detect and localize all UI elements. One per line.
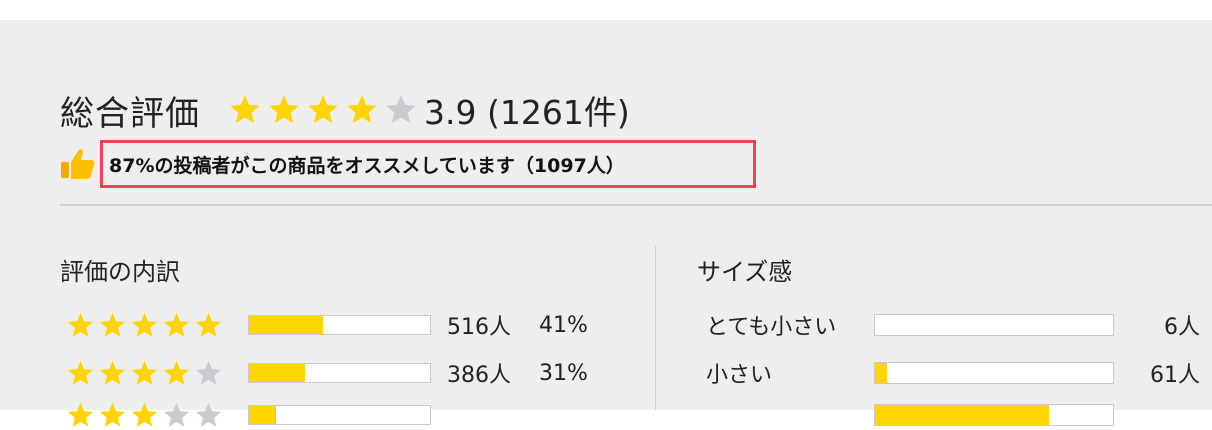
star-empty-icon xyxy=(195,360,222,385)
recommend-highlight-box: 87%の投稿者がこの商品をオススメしています（1097人） xyxy=(100,140,756,188)
star-filled-icon xyxy=(308,95,338,124)
size-count: 6人 xyxy=(1164,315,1200,340)
size-bar xyxy=(874,404,1114,426)
recommend-row: 87%の投稿者がこの商品をオススメしています（1097人） xyxy=(60,140,756,188)
section-divider xyxy=(60,204,1212,206)
breakdown-title: 評価の内訳 xyxy=(60,258,180,286)
star-filled-icon xyxy=(67,402,94,427)
star-filled-icon xyxy=(131,402,158,427)
bar-fill xyxy=(875,405,1049,425)
overall-rating-row: 総合評価 3.9 (1261件) xyxy=(60,88,630,134)
breakdown-count: 386人 xyxy=(447,363,511,388)
star-empty-icon xyxy=(195,402,222,427)
star-filled-icon xyxy=(347,95,377,124)
size-row-small[interactable]: 小さい 61人 xyxy=(706,358,1200,388)
row-star-rating xyxy=(66,311,228,340)
breakdown-bar xyxy=(248,405,431,425)
breakdown-bar xyxy=(248,315,431,335)
size-row-very-small[interactable]: とても小さい 6人 xyxy=(706,310,1200,340)
star-filled-icon xyxy=(67,312,94,337)
star-filled-icon xyxy=(99,312,126,337)
breakdown-percent: 41% xyxy=(539,312,588,338)
row-star-rating xyxy=(66,401,228,430)
star-filled-icon xyxy=(269,95,299,124)
size-row-3[interactable] xyxy=(706,400,1200,430)
thumbs-up-icon xyxy=(61,149,95,179)
bar-fill xyxy=(249,316,324,334)
breakdown-row-3[interactable] xyxy=(66,400,539,430)
size-label: とても小さい xyxy=(706,315,837,340)
bar-fill xyxy=(249,406,277,424)
breakdown-count: 516人 xyxy=(447,315,511,340)
breakdown-percent: 31% xyxy=(539,360,588,386)
star-filled-icon xyxy=(195,312,222,337)
size-fit-title: サイズ感 xyxy=(697,258,793,286)
breakdown-row-4[interactable]: 386人 31% xyxy=(66,358,588,388)
review-summary-panel xyxy=(0,20,1212,410)
star-empty-icon xyxy=(163,402,190,427)
row-star-rating xyxy=(66,359,228,388)
size-bar xyxy=(874,314,1114,336)
star-empty-icon xyxy=(386,95,416,124)
star-filled-icon xyxy=(67,360,94,385)
overall-score-text: 3.9 (1261件) xyxy=(424,93,630,132)
overall-star-rating xyxy=(228,93,418,127)
overall-rating-title: 総合評価 xyxy=(60,93,200,134)
bar-fill xyxy=(875,363,887,383)
column-divider xyxy=(655,246,656,410)
size-label: 小さい xyxy=(706,363,773,388)
size-count: 61人 xyxy=(1150,363,1200,388)
breakdown-bar xyxy=(248,363,431,383)
recommend-text: 87%の投稿者がこの商品をオススメしています（1097人） xyxy=(109,154,625,177)
star-filled-icon xyxy=(163,360,190,385)
star-filled-icon xyxy=(131,312,158,337)
star-filled-icon xyxy=(230,95,260,124)
breakdown-row-5[interactable]: 516人 41% xyxy=(66,310,588,340)
star-filled-icon xyxy=(99,402,126,427)
bar-fill xyxy=(249,364,306,382)
star-filled-icon xyxy=(163,312,190,337)
star-filled-icon xyxy=(131,360,158,385)
star-filled-icon xyxy=(99,360,126,385)
size-bar xyxy=(874,362,1114,384)
